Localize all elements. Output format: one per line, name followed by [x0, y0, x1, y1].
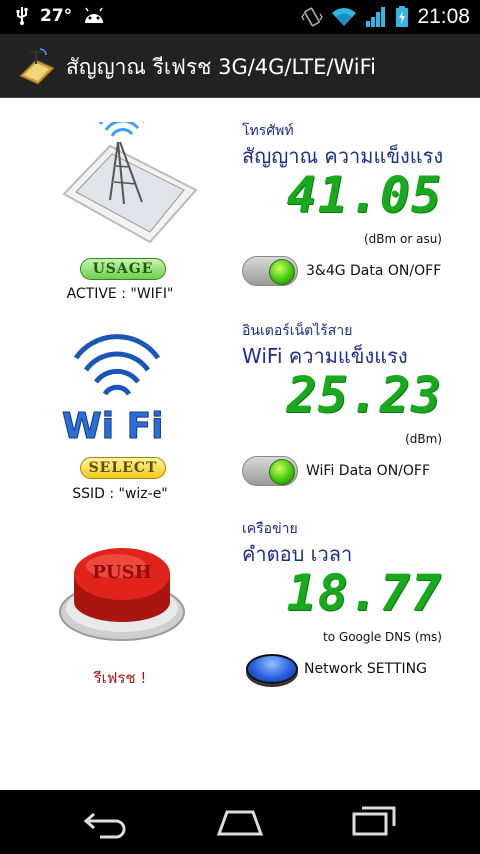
home-icon[interactable] — [215, 804, 265, 840]
cellular-right: โทรศัพท์ สัญญาณ ความแข็งแรง 41.05 (dBm o… — [242, 120, 472, 310]
wifi-icon — [332, 8, 357, 26]
signal-icon — [366, 7, 386, 27]
wifi-data-toggle[interactable] — [242, 456, 298, 486]
network-setting-label: Network SETTING — [304, 661, 427, 677]
usb-icon — [16, 7, 28, 25]
vibrate-icon — [301, 7, 324, 27]
app-logo-icon[interactable] — [16, 46, 56, 86]
usage-button[interactable]: USAGE — [80, 258, 166, 280]
status-right: 21:08 — [301, 5, 470, 29]
main-content: USAGE ACTIVE : "WIFI" โทรศัพท์ สัญญาณ คว… — [0, 98, 480, 790]
wifi-right: อินเตอร์เน็ตไร้สาย WiFi ความแข็งแรง 25.2… — [242, 320, 472, 510]
network-left: PUSH รีเฟรช ! — [0, 518, 240, 708]
app-title: สัญญาณ รีเฟรช 3G/4G/LTE/WiFi — [66, 55, 377, 79]
wifi-data-toggle-label: WiFi Data ON/OFF — [306, 463, 431, 479]
cellular-strength-value: 41.05 — [286, 166, 442, 224]
recent-apps-icon[interactable] — [350, 804, 400, 840]
toggle-knob — [269, 459, 295, 485]
phone-tower-icon[interactable] — [58, 122, 198, 246]
cellular-data-toggle-label: 3&4G Data ON/OFF — [306, 263, 442, 279]
ssid-caption: SSID : "wiz-e" — [72, 486, 168, 502]
wifi-section-label: อินเตอร์เน็ตไร้สาย — [242, 323, 353, 339]
clock: 21:08 — [417, 5, 470, 28]
action-bar: สัญญาณ รีเฟรช 3G/4G/LTE/WiFi — [0, 34, 480, 98]
network-section-label: เครือข่าย — [242, 521, 298, 537]
status-bar: 27° 21:08 — [0, 0, 480, 34]
toggle-knob — [269, 259, 295, 285]
navigation-bar — [0, 790, 480, 854]
network-unit: to Google DNS (ms) — [323, 630, 442, 644]
network-setting-row: Network SETTING — [246, 654, 427, 684]
wifi-left: Wi Fi SELECT SSID : "wiz-e" — [0, 320, 240, 510]
wifi-data-toggle-row: WiFi Data ON/OFF — [242, 456, 430, 486]
cellular-section-label: โทรศัพท์ — [242, 123, 294, 139]
network-right: เครือข่าย คำตอบ เวลา 18.77 to Google DNS… — [242, 518, 472, 708]
wifi-unit: (dBm) — [405, 432, 442, 446]
wifi-section: Wi Fi SELECT SSID : "wiz-e" อินเตอร์เน็ต… — [0, 320, 480, 510]
push-label: PUSH — [92, 562, 151, 583]
network-setting-button[interactable] — [246, 654, 298, 684]
cellular-left: USAGE ACTIVE : "WIFI" — [0, 120, 240, 310]
push-button-icon[interactable]: PUSH — [56, 532, 188, 644]
cellular-data-toggle-row: 3&4G Data ON/OFF — [242, 256, 441, 286]
network-section: PUSH รีเฟรช ! เครือข่าย คำตอบ เวลา 18.77… — [0, 518, 480, 708]
refresh-caption: รีเฟรช ! — [93, 669, 147, 687]
status-left: 27° — [14, 6, 106, 26]
battery-icon — [396, 6, 409, 27]
temperature: 27° — [40, 6, 73, 26]
select-wifi-button[interactable]: SELECT — [80, 457, 166, 479]
cellular-unit: (dBm or asu) — [363, 232, 442, 246]
cellular-data-toggle[interactable] — [242, 256, 298, 286]
wifi-logo-icon[interactable]: Wi Fi — [62, 322, 172, 446]
active-network-caption: ACTIVE : "WIFI" — [66, 286, 174, 302]
network-latency-value: 18.77 — [286, 564, 442, 622]
android-icon — [85, 7, 104, 23]
back-icon[interactable] — [80, 804, 130, 840]
wifi-strength-value: 25.23 — [286, 366, 442, 424]
cellular-section: USAGE ACTIVE : "WIFI" โทรศัพท์ สัญญาณ คว… — [0, 120, 480, 310]
wifi-logo-text: Wi Fi — [62, 406, 164, 446]
